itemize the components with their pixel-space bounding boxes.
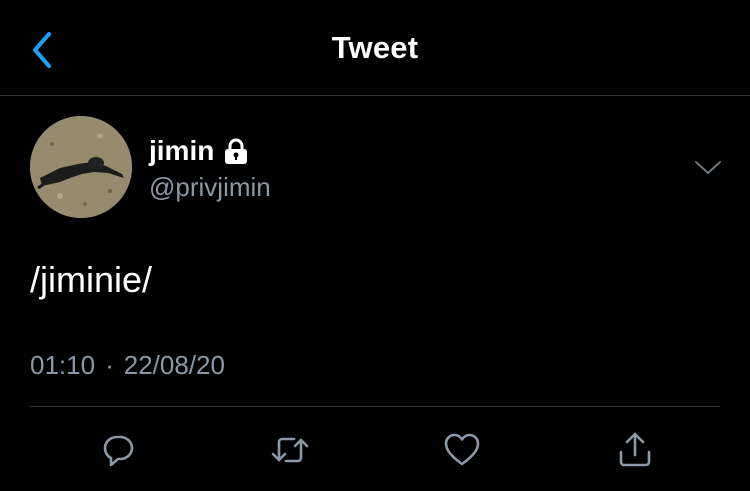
divider: [30, 406, 720, 407]
author-handle[interactable]: @privjimin: [149, 171, 271, 203]
lock-icon: [224, 138, 248, 164]
tweet-time: 01:10: [30, 350, 96, 380]
chevron-down-icon: [695, 161, 721, 174]
tweet-timestamp: 01:10 · 22/08/20: [30, 348, 225, 382]
top-nav-bar: Tweet: [0, 0, 750, 96]
tweet-text: /jiminie/: [30, 259, 153, 300]
tweet-date: 22/08/20: [123, 350, 225, 380]
like-button[interactable]: [440, 428, 484, 472]
reply-button[interactable]: [95, 428, 139, 472]
display-name: jimin: [149, 135, 215, 166]
share-button[interactable]: [613, 428, 657, 472]
retweet-icon: [271, 437, 309, 463]
author-name-row[interactable]: jimin: [149, 134, 248, 168]
more-options-button[interactable]: [692, 156, 724, 180]
page-title: Tweet: [331, 30, 419, 65]
reply-icon: [103, 435, 134, 467]
meta-separator: ·: [105, 350, 114, 380]
share-icon: [619, 432, 651, 467]
avatar-photo: [30, 116, 132, 218]
heart-icon: [444, 433, 480, 466]
avatar[interactable]: [30, 116, 132, 218]
retweet-button[interactable]: [268, 428, 312, 472]
